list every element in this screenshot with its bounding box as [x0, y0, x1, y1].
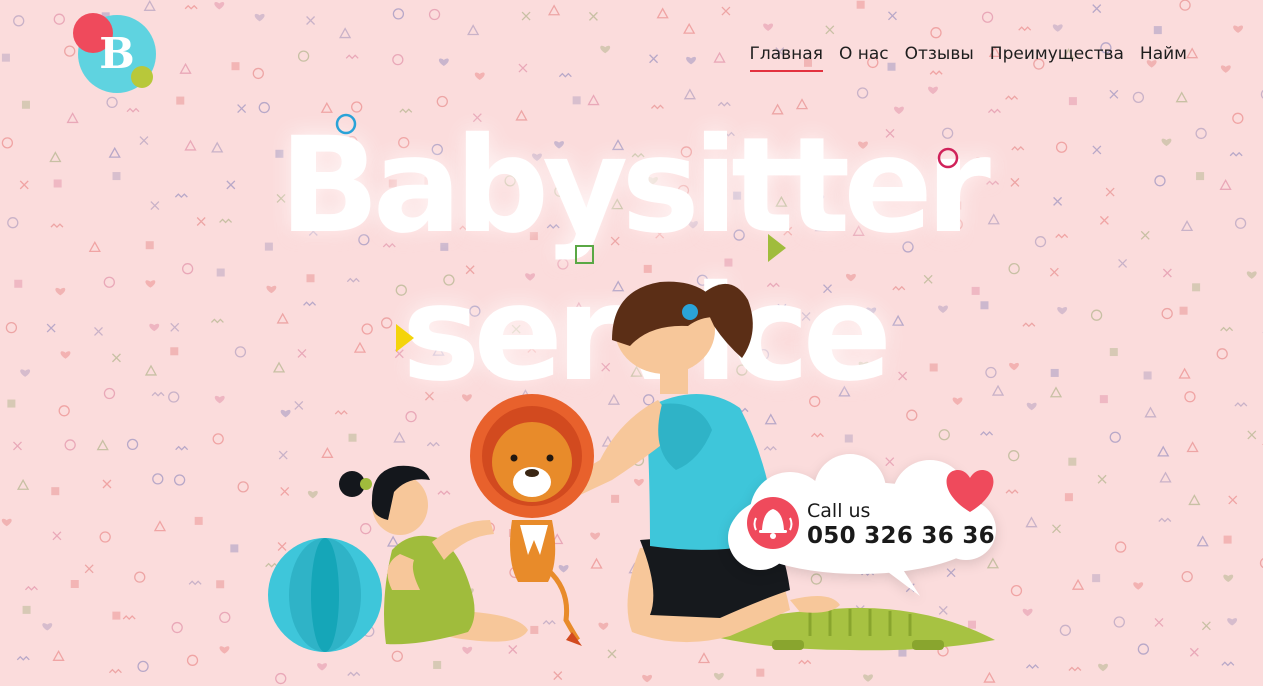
deco-yellow-triangle [396, 324, 414, 352]
deco-green-triangle [768, 234, 786, 262]
call-us-label: Call us [807, 500, 871, 522]
deco-pink-ring [937, 147, 959, 169]
ball-illustration [268, 538, 382, 652]
deco-green-square [575, 245, 594, 264]
deco-blue-ring [335, 113, 357, 135]
call-phone-number[interactable]: 050 326 36 36 [807, 522, 995, 550]
lion-toy-illustration [470, 394, 594, 646]
call-us-block[interactable]: Call us 050 326 36 36 [807, 500, 995, 550]
hero-illustration [268, 113, 996, 652]
